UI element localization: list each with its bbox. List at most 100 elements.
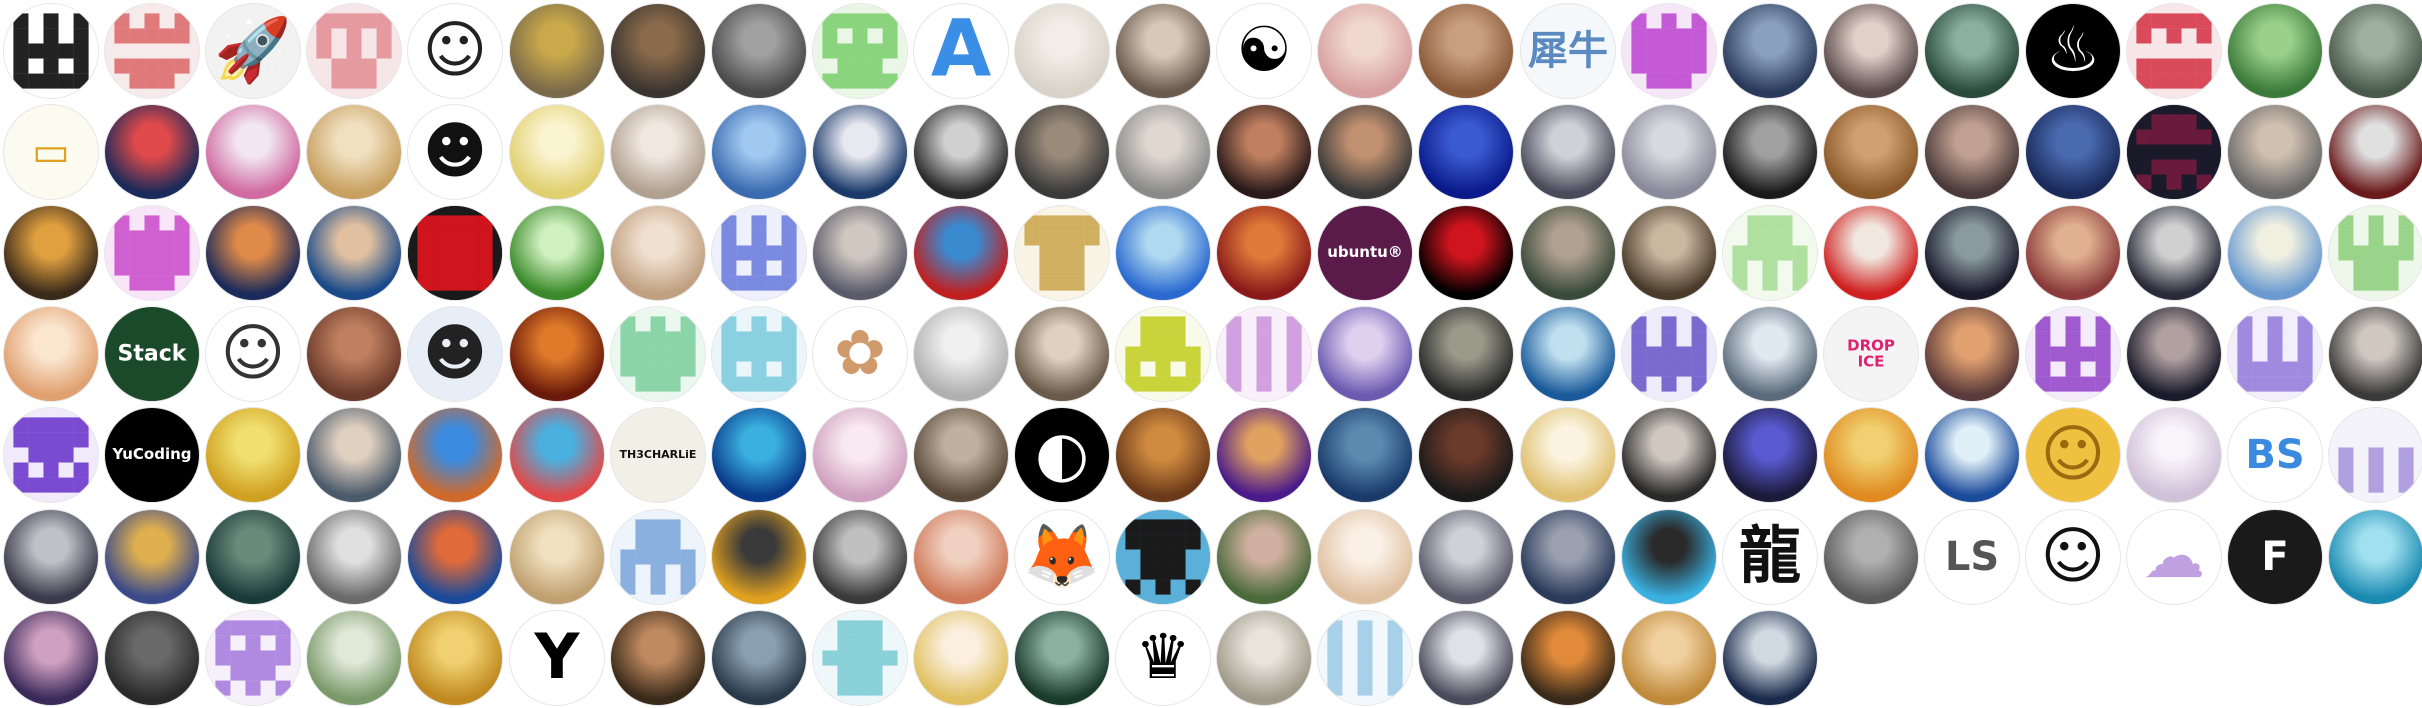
avatar-identicon[interactable] xyxy=(2025,306,2121,402)
avatar-photo[interactable] xyxy=(913,306,1009,402)
avatar-text-logo[interactable]: Stack xyxy=(104,306,200,402)
avatar-photo[interactable] xyxy=(1216,205,1312,301)
avatar-photo[interactable] xyxy=(2025,205,2121,301)
avatar-identicon[interactable] xyxy=(1216,306,1312,402)
avatar-identicon[interactable] xyxy=(1014,205,1110,301)
avatar-sprout-doodle-icon[interactable]: ✿ xyxy=(812,306,908,402)
avatar-photo[interactable] xyxy=(610,610,706,706)
avatar-photo[interactable] xyxy=(1317,3,1413,99)
avatar-photo[interactable] xyxy=(1418,306,1514,402)
avatar-photo[interactable] xyxy=(610,3,706,99)
avatar-cartoon-face-icon[interactable]: ☺ xyxy=(407,3,503,99)
avatar-photo[interactable] xyxy=(205,509,301,605)
avatar-photo[interactable] xyxy=(1823,3,1919,99)
avatar-photo[interactable] xyxy=(3,509,99,605)
avatar-identicon[interactable] xyxy=(812,3,908,99)
avatar-thinking-emoji-icon[interactable]: ☺ xyxy=(2025,407,2121,503)
avatar-identicon[interactable] xyxy=(306,3,402,99)
avatar-photo[interactable] xyxy=(2328,104,2422,200)
avatar-text-logo[interactable]: DROP ICE xyxy=(1823,306,1919,402)
avatar-dragon-calligraphy-icon[interactable]: 龍 xyxy=(1722,509,1818,605)
avatar-text-logo[interactable]: YuCoding xyxy=(104,407,200,503)
avatar-identicon[interactable] xyxy=(711,306,807,402)
avatar-photo[interactable] xyxy=(1722,407,1818,503)
avatar-rocket-icon[interactable]: 🚀 xyxy=(205,3,301,99)
avatar-identicon[interactable] xyxy=(1621,306,1717,402)
avatar-photo[interactable] xyxy=(2328,3,2422,99)
avatar-text-logo[interactable]: LS xyxy=(1924,509,2020,605)
avatar-photo[interactable] xyxy=(407,509,503,605)
avatar-identicon[interactable] xyxy=(3,407,99,503)
avatar-photo[interactable] xyxy=(306,407,402,503)
avatar-photo[interactable] xyxy=(1115,3,1211,99)
avatar-identicon[interactable] xyxy=(1722,205,1818,301)
avatar-photo[interactable] xyxy=(711,407,807,503)
avatar-photo[interactable] xyxy=(711,509,807,605)
avatar-identicon[interactable] xyxy=(1115,509,1211,605)
avatar-identicon[interactable] xyxy=(2328,205,2422,301)
avatar-photo[interactable] xyxy=(1317,306,1413,402)
avatar-photo[interactable] xyxy=(1216,509,1312,605)
avatar-text-logo[interactable]: ▭ xyxy=(3,104,99,200)
avatar-photo[interactable] xyxy=(913,205,1009,301)
avatar-photo[interactable] xyxy=(1924,104,2020,200)
avatar-photo[interactable] xyxy=(104,104,200,200)
avatar-photo[interactable] xyxy=(1418,407,1514,503)
avatar-photo[interactable] xyxy=(1115,407,1211,503)
avatar-photo[interactable] xyxy=(1418,509,1514,605)
avatar-fox-icon[interactable]: 🦊 xyxy=(1014,509,1110,605)
avatar-identicon[interactable] xyxy=(2126,104,2222,200)
avatar-identicon[interactable] xyxy=(104,205,200,301)
avatar-photo[interactable] xyxy=(1823,205,1919,301)
avatar-photo[interactable] xyxy=(1418,205,1514,301)
avatar-photo[interactable] xyxy=(1520,306,1616,402)
avatar-photo[interactable] xyxy=(2126,306,2222,402)
avatar-photo[interactable] xyxy=(407,407,503,503)
avatar-identicon[interactable] xyxy=(2328,407,2422,503)
avatar-photo[interactable] xyxy=(1115,104,1211,200)
avatar-photo[interactable] xyxy=(1317,104,1413,200)
avatar-photo[interactable] xyxy=(1621,610,1717,706)
avatar-photo[interactable] xyxy=(711,610,807,706)
avatar-photo[interactable] xyxy=(812,509,908,605)
avatar-photo[interactable] xyxy=(1924,306,2020,402)
avatar-text-logo[interactable]: F xyxy=(2227,509,2323,605)
avatar-photo[interactable] xyxy=(1418,3,1514,99)
avatar-photo[interactable] xyxy=(1014,610,1110,706)
avatar-photo[interactable] xyxy=(306,205,402,301)
avatar-photo[interactable] xyxy=(1722,610,1818,706)
avatar-y-logo-icon[interactable]: Y xyxy=(509,610,605,706)
avatar-photo[interactable] xyxy=(1621,205,1717,301)
avatar-photo[interactable] xyxy=(913,509,1009,605)
avatar-photo[interactable] xyxy=(711,104,807,200)
avatar-photo[interactable] xyxy=(1722,306,1818,402)
avatar-photo[interactable] xyxy=(1216,407,1312,503)
avatar-photo[interactable] xyxy=(913,610,1009,706)
avatar-identicon[interactable] xyxy=(812,610,908,706)
avatar-line-art-cat-icon[interactable]: ♨ xyxy=(2025,3,2121,99)
avatar-photo[interactable] xyxy=(812,205,908,301)
avatar-photo[interactable] xyxy=(812,104,908,200)
avatar-photo[interactable] xyxy=(3,205,99,301)
avatar-photo[interactable] xyxy=(2126,407,2222,503)
avatar-identicon[interactable] xyxy=(2227,306,2323,402)
avatar-text-logo[interactable]: BS xyxy=(2227,407,2323,503)
avatar-photo[interactable] xyxy=(1924,3,2020,99)
avatar-glasses-face-icon[interactable]: ☺ xyxy=(2025,509,2121,605)
avatar-identicon[interactable] xyxy=(407,205,503,301)
avatar-photo[interactable] xyxy=(509,104,605,200)
avatar-photo[interactable] xyxy=(1418,104,1514,200)
avatar-photo[interactable] xyxy=(1317,509,1413,605)
avatar-photo[interactable] xyxy=(1520,407,1616,503)
avatar-photo[interactable] xyxy=(812,407,908,503)
avatar-photo[interactable] xyxy=(3,610,99,706)
avatar-photo[interactable] xyxy=(509,3,605,99)
avatar-photo[interactable] xyxy=(1216,610,1312,706)
avatar-crown-icon[interactable]: ♛ xyxy=(1115,610,1211,706)
avatar-photo[interactable] xyxy=(1621,407,1717,503)
avatar-photo[interactable] xyxy=(2126,205,2222,301)
avatar-photo[interactable] xyxy=(1722,104,1818,200)
avatar-photo[interactable] xyxy=(913,407,1009,503)
avatar-photo[interactable] xyxy=(3,306,99,402)
avatar-identicon[interactable] xyxy=(2126,3,2222,99)
